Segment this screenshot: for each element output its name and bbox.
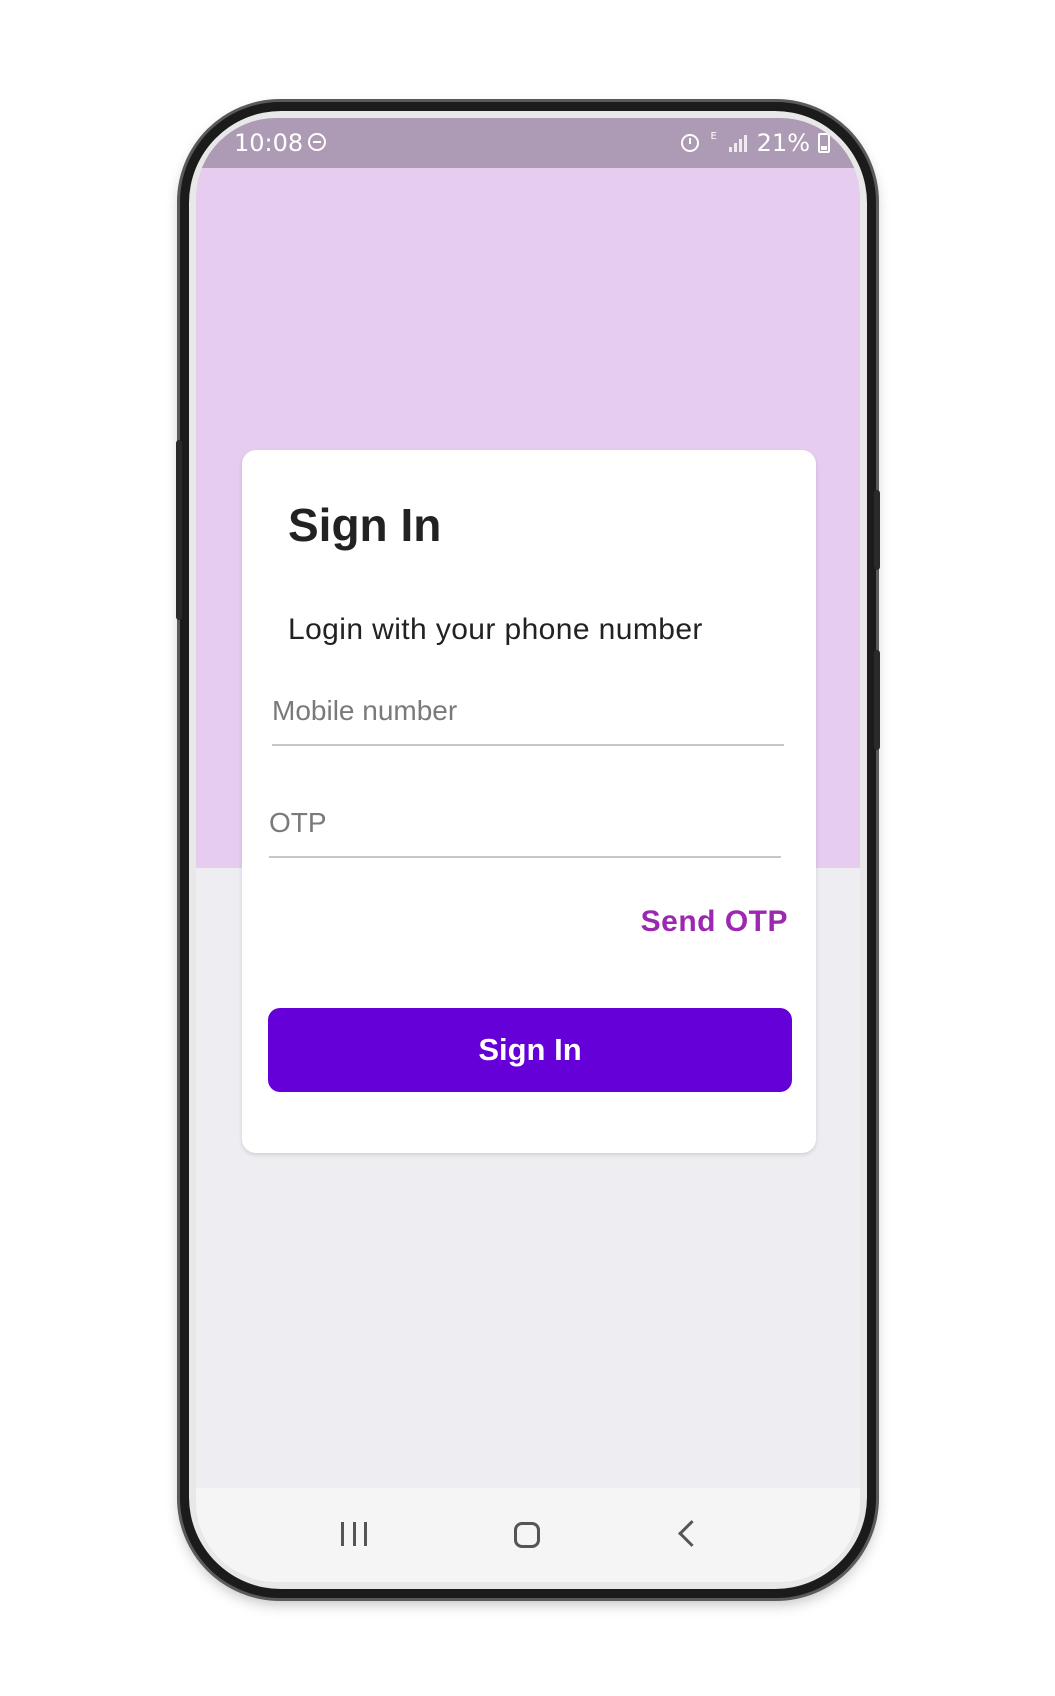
status-icons: E 21% (680, 129, 830, 157)
phone-screen: 10:08 E 21% Sign In Login with your phon… (196, 118, 860, 1582)
navigation-bar (196, 1488, 860, 1582)
battery-icon (818, 133, 830, 153)
otp-input[interactable] (269, 798, 781, 858)
back-icon[interactable] (678, 1520, 705, 1547)
data-indicator: E (710, 131, 717, 142)
sign-in-button[interactable]: Sign In (268, 1008, 792, 1092)
status-bar: 10:08 E 21% (196, 118, 860, 168)
power-button (874, 490, 880, 570)
home-icon[interactable] (514, 1522, 540, 1548)
signal-icon (728, 134, 749, 152)
send-otp-button[interactable]: Send OTP (641, 905, 788, 939)
card-subtitle: Login with your phone number (288, 613, 703, 646)
dnd-icon (308, 133, 326, 151)
sign-in-card: Sign In Login with your phone number Sen… (242, 450, 816, 1153)
bixby-button (874, 650, 880, 750)
battery-percentage: 21% (756, 129, 810, 157)
mobile-number-input[interactable] (272, 686, 784, 746)
alarm-icon (680, 134, 699, 152)
volume-button (176, 440, 182, 620)
page-title: Sign In (288, 499, 442, 551)
status-time: 10:08 (234, 129, 304, 157)
data-icon: E (707, 132, 721, 154)
recents-icon[interactable] (341, 1522, 367, 1548)
